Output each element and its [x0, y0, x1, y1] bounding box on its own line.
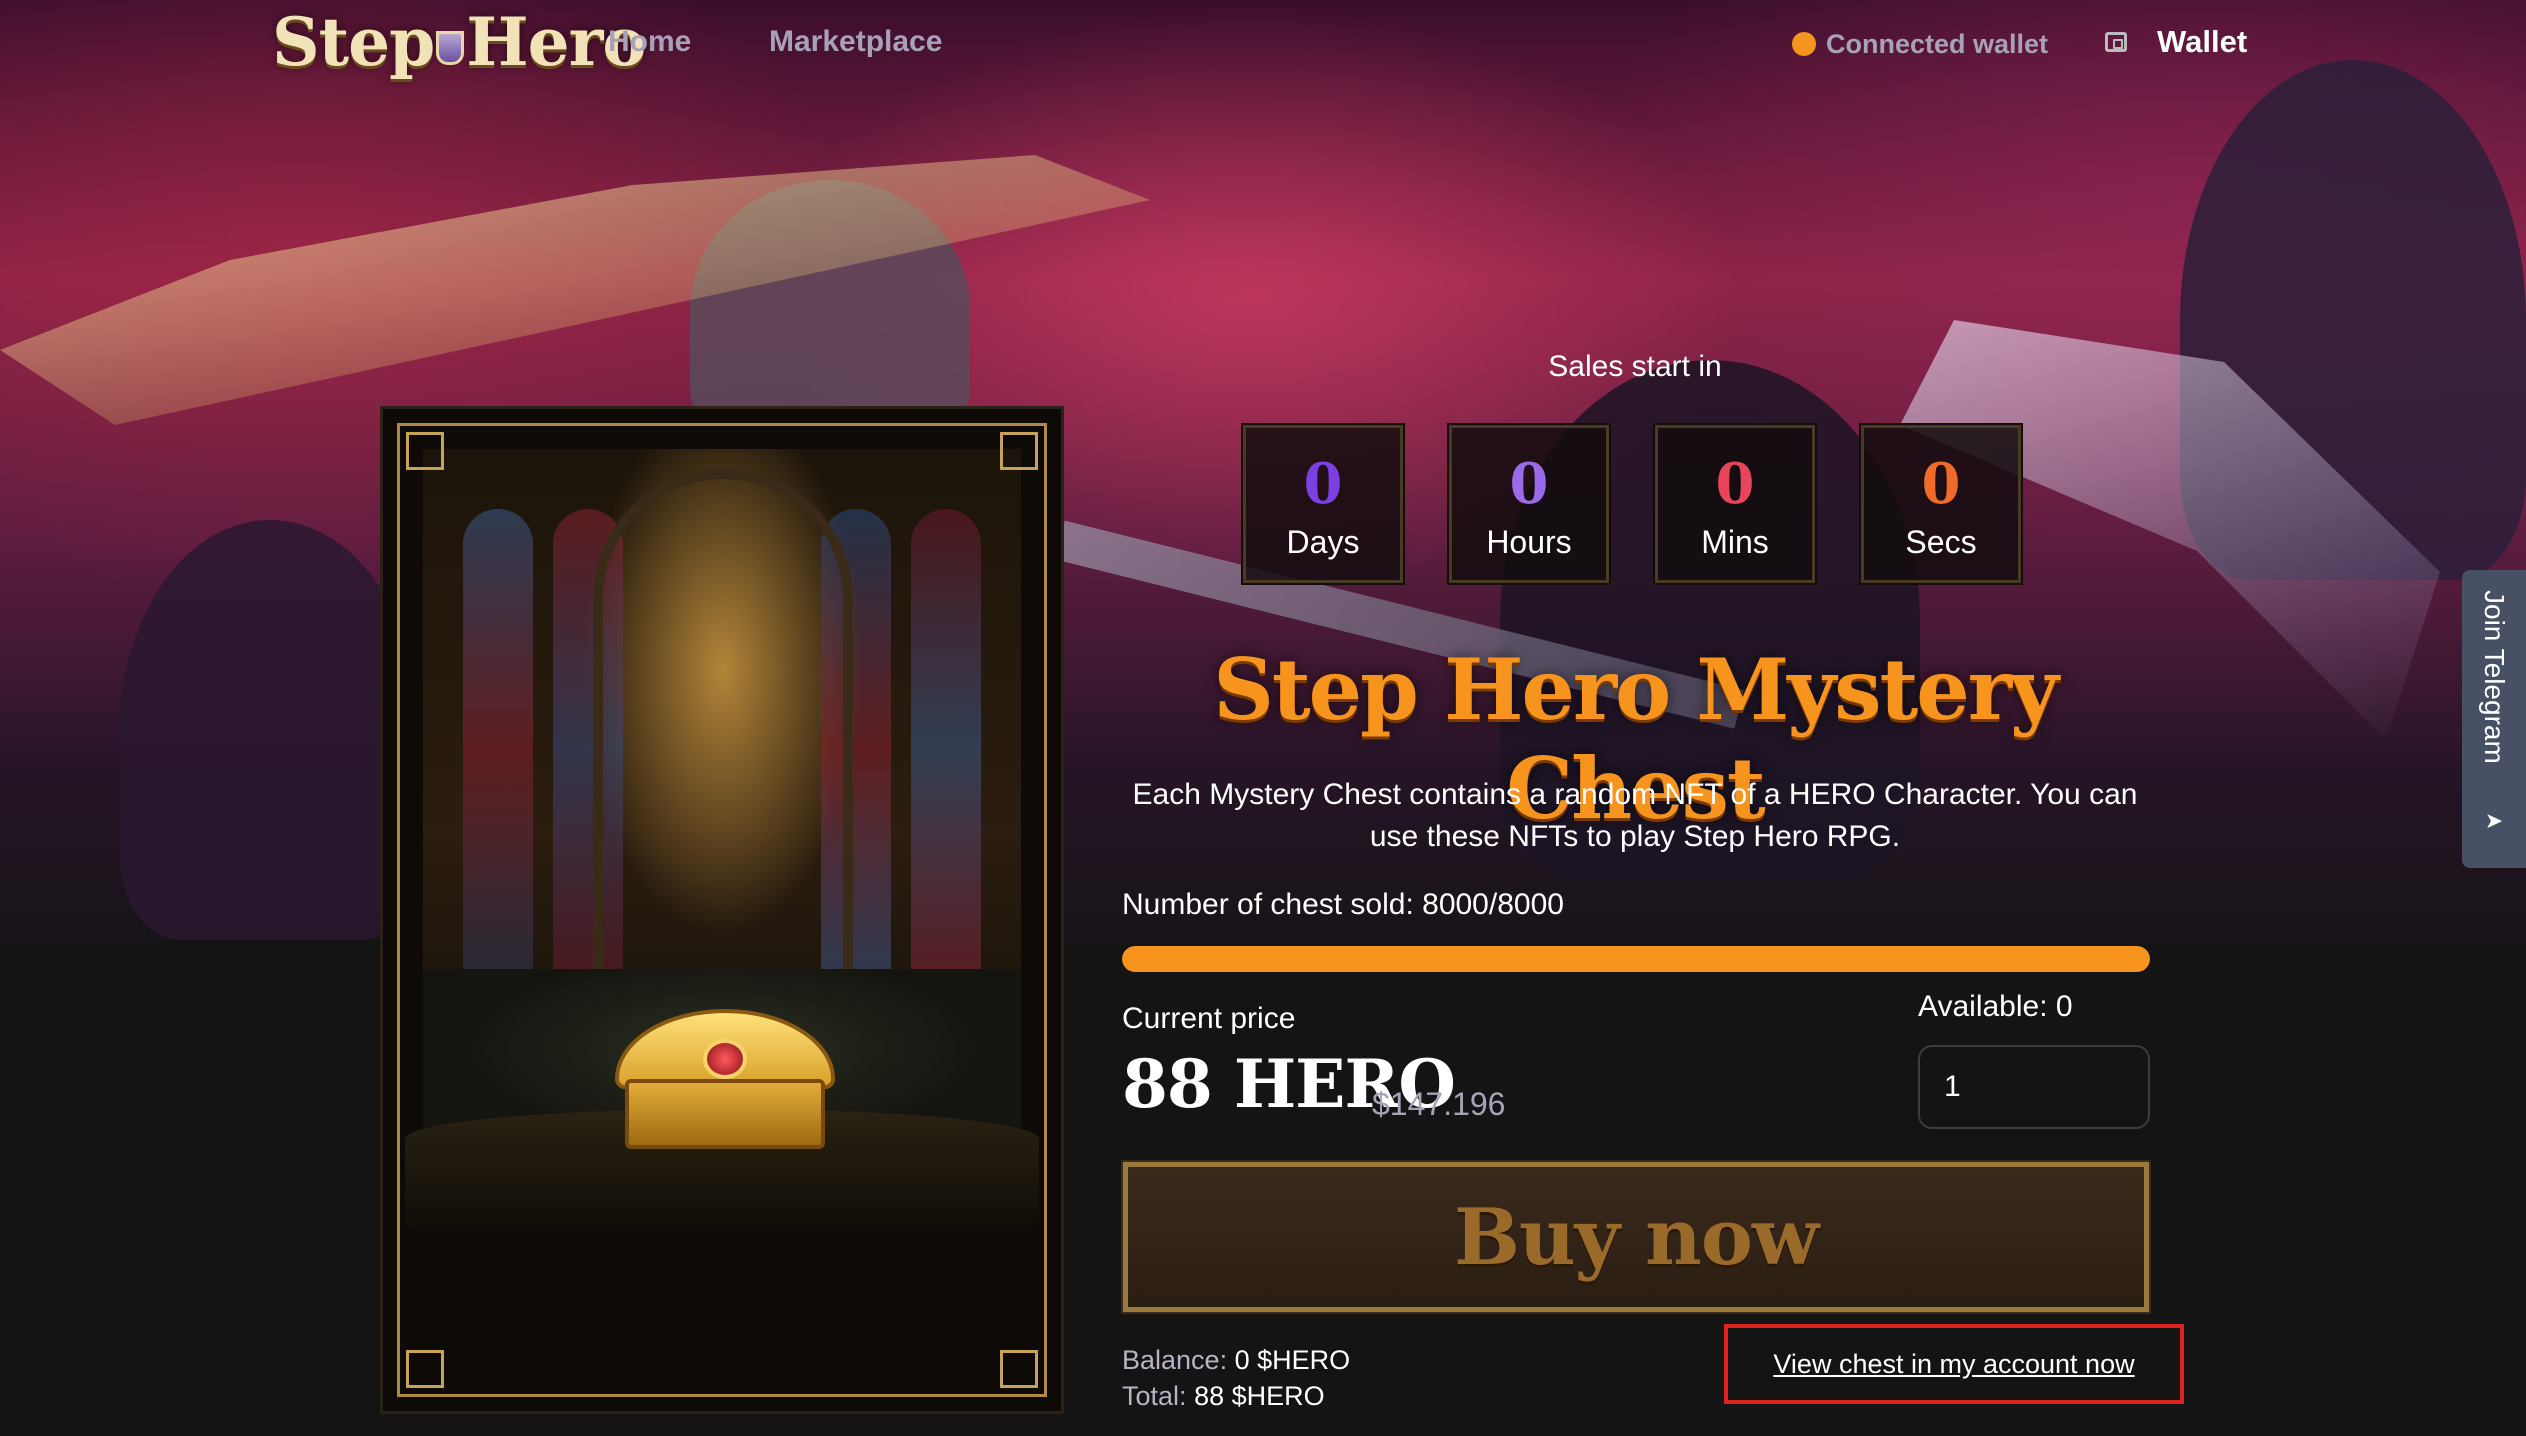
join-telegram-label: Join Telegram	[2479, 590, 2510, 764]
chest-description: Each Mystery Chest contains a random NFT…	[1132, 778, 2138, 853]
balance-summary: Balance: 0 $HERO Total: 88 $HERO	[1122, 1342, 1350, 1414]
total-key: Total:	[1122, 1381, 1187, 1411]
total-row: Total: 88 $HERO	[1122, 1378, 1350, 1414]
countdown-timer: 0 Days 0 Hours 0 Mins 0 Secs	[1241, 423, 2023, 585]
nav-home-link[interactable]: Home	[608, 20, 691, 64]
view-chest-link[interactable]: View chest in my account now	[1773, 1349, 2134, 1380]
countdown-mins: 0 Mins	[1653, 423, 1817, 585]
nav-marketplace-link[interactable]: Marketplace	[769, 20, 942, 64]
sold-progress-fill	[1122, 946, 2150, 972]
frame-corner	[1000, 1350, 1038, 1388]
frame-corner	[406, 1350, 444, 1388]
countdown-mins-value: 0	[1715, 451, 1755, 517]
sold-progress-bar	[1122, 946, 2150, 972]
top-nav: Step Hero Home Marketplace Connected wall…	[0, 0, 2526, 90]
countdown-hours-value: 0	[1509, 451, 1549, 517]
price-usd: $147.196	[1372, 1086, 1506, 1122]
shield-icon	[436, 31, 465, 65]
wallet-icon	[2105, 32, 2127, 52]
wallet-status: Connected wallet	[1792, 22, 2048, 66]
countdown-secs: 0 Secs	[1859, 423, 2023, 585]
join-telegram-tab[interactable]: Join Telegram ➤	[2462, 570, 2526, 868]
frame-corner	[1000, 432, 1038, 470]
total-value: 88 $HERO	[1194, 1381, 1325, 1411]
balance-row: Balance: 0 $HERO	[1122, 1342, 1350, 1378]
buy-now-button[interactable]: Buy now	[1121, 1160, 2151, 1314]
wallet-status-label: Connected wallet	[1826, 28, 2049, 59]
chest-card	[380, 406, 1064, 1414]
quantity-input[interactable]	[1918, 1045, 2150, 1129]
countdown-days-value: 0	[1303, 451, 1343, 517]
send-icon: ➤	[2484, 809, 2504, 834]
countdown-days-label: Days	[1286, 524, 1360, 560]
balance-value: 0 $HERO	[1234, 1345, 1351, 1375]
countdown-secs-value: 0	[1921, 451, 1961, 517]
chest-sold-count: Number of chest sold: 8000/8000	[1122, 888, 1564, 921]
buy-now-label: Buy now	[1454, 1191, 1819, 1283]
countdown-hours-label: Hours	[1486, 524, 1572, 560]
current-price-label: Current price	[1122, 1002, 1296, 1035]
stephero-logo[interactable]: Step Hero	[272, 2, 646, 82]
wallet-button-label: Wallet	[2157, 24, 2248, 59]
countdown-hours: 0 Hours	[1447, 423, 1611, 585]
sales-start-label: Sales start in	[1548, 350, 1722, 383]
countdown-secs-label: Secs	[1905, 524, 1977, 560]
ornate-frame	[397, 423, 1047, 1397]
balance-key: Balance:	[1122, 1345, 1228, 1375]
status-dot-icon	[1792, 32, 1816, 56]
available-label: Available: 0	[1918, 990, 2073, 1023]
wallet-button[interactable]: Wallet	[2105, 20, 2247, 64]
character-silhouette-left	[120, 520, 420, 940]
countdown-mins-label: Mins	[1701, 524, 1769, 560]
logo-text-left: Step	[272, 3, 435, 81]
frame-corner	[406, 432, 444, 470]
view-chest-highlight: View chest in my account now	[1724, 1324, 2184, 1404]
countdown-days: 0 Days	[1241, 423, 1405, 585]
